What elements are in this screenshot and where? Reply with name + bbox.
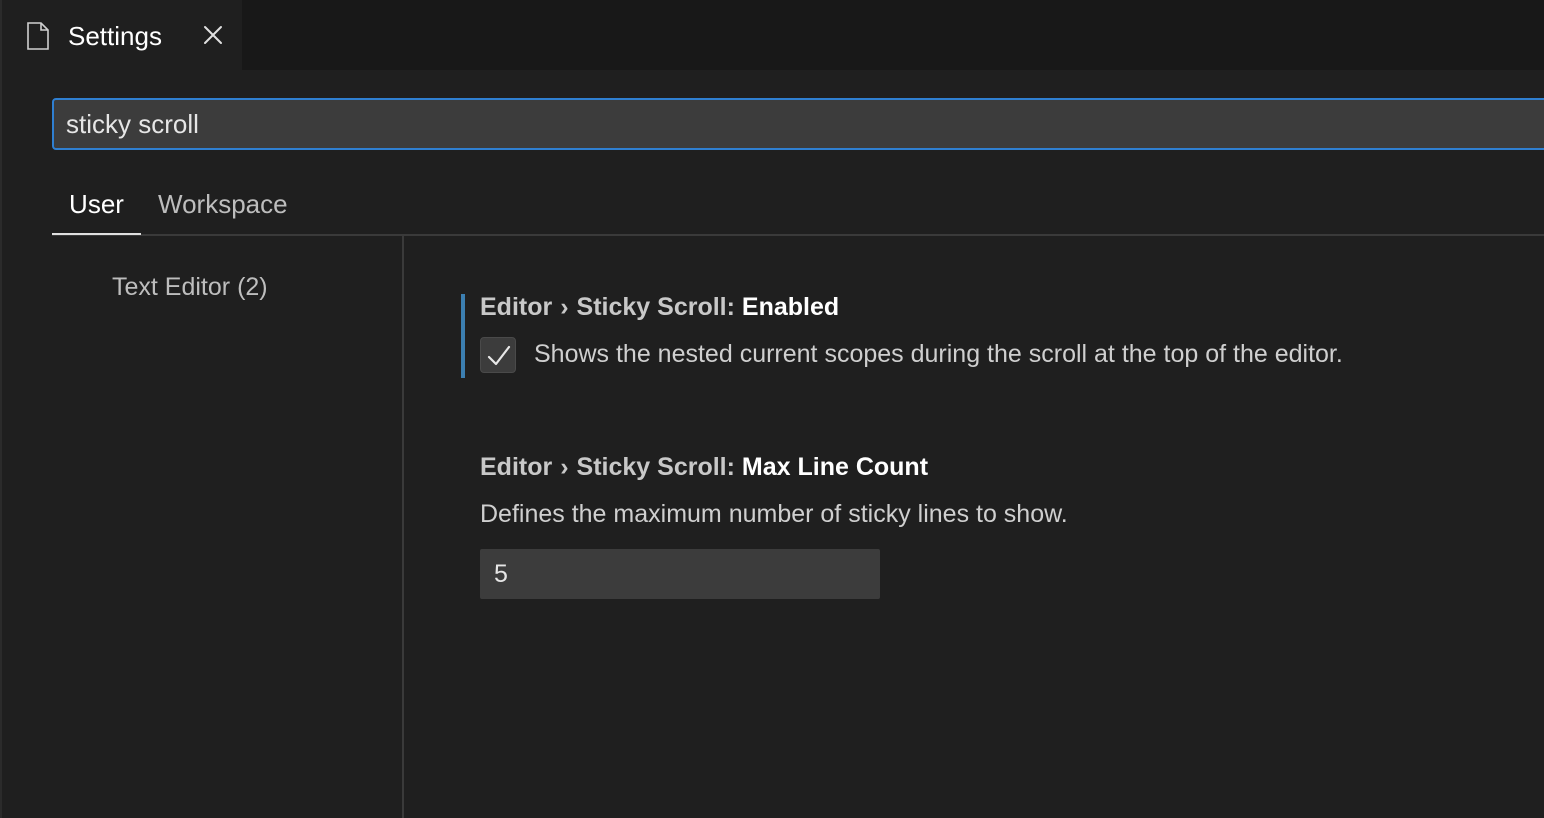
setting-key: Max Line Count bbox=[741, 453, 929, 481]
tab-workspace-label: Workspace bbox=[158, 189, 288, 219]
setting-group: Sticky Scroll: bbox=[576, 453, 735, 481]
setting-title: Editor › Sticky Scroll: Max Line Count bbox=[480, 450, 928, 484]
setting-key: Enabled bbox=[741, 293, 840, 321]
settings-toc: Text Editor (2) bbox=[2, 236, 404, 818]
breadcrumb-separator: › bbox=[560, 453, 569, 481]
setting-sticky-scroll-enabled: Editor › Sticky Scroll: Enabled Shows the … bbox=[406, 293, 1544, 414]
settings-search-input[interactable] bbox=[66, 100, 1536, 148]
toc-item-text-editor[interactable]: Text Editor (2) bbox=[112, 270, 268, 304]
setting-category: Editor bbox=[480, 293, 553, 321]
tab-user[interactable]: User bbox=[52, 184, 141, 235]
max-line-count-input[interactable] bbox=[480, 549, 880, 599]
toc-item-label: Text Editor bbox=[112, 273, 231, 301]
tab-workspace[interactable]: Workspace bbox=[158, 184, 288, 224]
settings-list: Editor › Sticky Scroll: Enabled Shows the … bbox=[406, 236, 1544, 818]
setting-group: Sticky Scroll: bbox=[576, 293, 735, 321]
setting-category: Editor bbox=[480, 453, 553, 481]
scope-tabs: User Workspace bbox=[52, 176, 1544, 236]
setting-title: Editor › Sticky Scroll: Enabled bbox=[480, 290, 839, 324]
file-icon bbox=[27, 22, 49, 50]
focus-indicator bbox=[461, 294, 465, 378]
setting-description: Defines the maximum number of sticky lin… bbox=[480, 500, 1068, 528]
tab-user-label: User bbox=[69, 189, 124, 219]
breadcrumb-separator: › bbox=[560, 293, 569, 321]
settings-search-box bbox=[52, 98, 1544, 150]
setting-sticky-scroll-max-line-count: Editor › Sticky Scroll: Max Line Count Def… bbox=[406, 453, 1544, 604]
tab-label: Settings bbox=[68, 21, 162, 51]
tab-strip: Settings bbox=[2, 0, 1544, 70]
close-icon[interactable] bbox=[202, 24, 224, 46]
setting-description: Shows the nested current scopes during t… bbox=[534, 340, 1343, 368]
toc-item-count: (2) bbox=[237, 273, 268, 301]
settings-editor: Settings User Workspace Text Editor (2) bbox=[0, 0, 1544, 818]
active-tab-indicator bbox=[52, 233, 141, 235]
tab-settings[interactable]: Settings bbox=[2, 0, 242, 70]
sticky-scroll-enabled-checkbox[interactable] bbox=[480, 337, 516, 373]
checkmark-icon bbox=[487, 345, 511, 366]
